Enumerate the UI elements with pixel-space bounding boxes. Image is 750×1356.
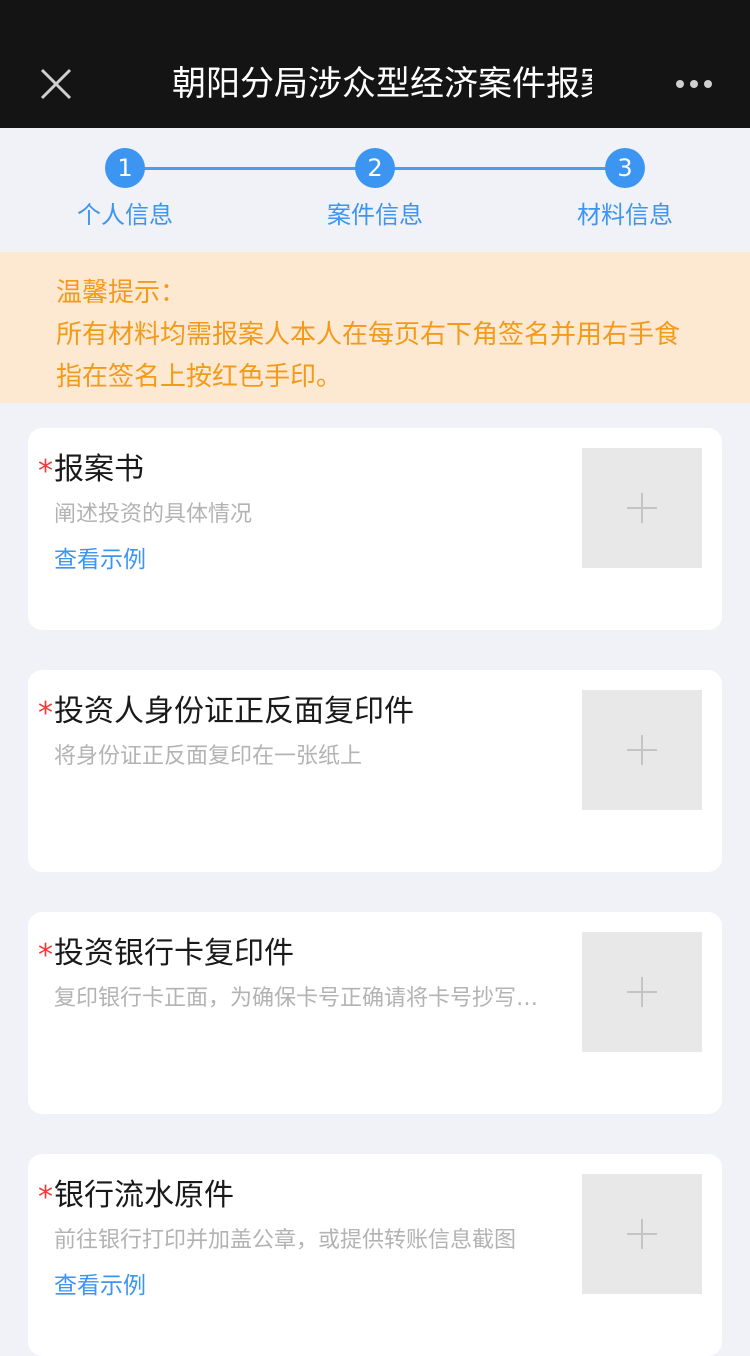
upload-button[interactable] bbox=[582, 932, 702, 1052]
card-title: 投资银行卡复印件 bbox=[54, 936, 294, 971]
close-icon[interactable] bbox=[36, 64, 76, 104]
app-header: 朝阳分局涉众型经济案件报案 bbox=[0, 0, 750, 128]
step-number: 3 bbox=[605, 148, 645, 188]
required-mark: * bbox=[38, 454, 53, 489]
plus-icon bbox=[627, 977, 657, 1007]
tip-heading: 温馨提示： bbox=[56, 278, 187, 308]
step-3: 3 材料信息 bbox=[545, 148, 705, 232]
card-description: 阐述投资的具体情况 bbox=[54, 502, 253, 527]
card-title: 报案书 bbox=[54, 452, 144, 487]
step-indicator: 1 个人信息 2 案件信息 3 材料信息 bbox=[0, 128, 750, 252]
more-dots-icon[interactable] bbox=[674, 78, 714, 90]
step-2: 2 案件信息 bbox=[295, 148, 455, 232]
card-description: 前往银行打印并加盖公章，或提供转账信息截图 bbox=[54, 1228, 517, 1253]
upload-button[interactable] bbox=[582, 690, 702, 810]
required-mark: * bbox=[38, 938, 53, 973]
plus-icon bbox=[627, 493, 657, 523]
card-title: 投资人身份证正反面复印件 bbox=[54, 694, 414, 729]
card-description: 将身份证正反面复印在一张纸上 bbox=[54, 744, 363, 769]
tip-body: 所有材料均需报案人本人在每页右下角签名并用右手食指在签名上按红色手印。 bbox=[56, 320, 681, 392]
plus-icon bbox=[627, 1219, 657, 1249]
page-title: 朝阳分局涉众型经济案件报案 bbox=[172, 64, 592, 104]
required-mark: * bbox=[38, 696, 53, 731]
upload-button[interactable] bbox=[582, 1174, 702, 1294]
upload-card-bank-card: * 投资银行卡复印件 复印银行卡正面，为确保卡号正确请将卡号抄写在复印件上 bbox=[28, 912, 722, 1114]
required-mark: * bbox=[38, 1180, 53, 1215]
view-example-link[interactable]: 查看示例 bbox=[54, 1268, 146, 1304]
step-label: 材料信息 bbox=[577, 201, 673, 229]
tip-notice: 温馨提示： 所有材料均需报案人本人在每页右下角签名并用右手食指在签名上按红色手印… bbox=[0, 252, 750, 403]
upload-button[interactable] bbox=[582, 448, 702, 568]
plus-icon bbox=[627, 735, 657, 765]
step-label: 案件信息 bbox=[327, 201, 423, 229]
step-1: 1 个人信息 bbox=[45, 148, 205, 232]
upload-card-report: * 报案书 阐述投资的具体情况 查看示例 bbox=[28, 428, 722, 630]
upload-card-id-copy: * 投资人身份证正反面复印件 将身份证正反面复印在一张纸上 bbox=[28, 670, 722, 872]
view-example-link[interactable]: 查看示例 bbox=[54, 542, 146, 578]
step-label: 个人信息 bbox=[77, 201, 173, 229]
step-number: 1 bbox=[105, 148, 145, 188]
card-description: 复印银行卡正面，为确保卡号正确请将卡号抄写在复印件上 bbox=[54, 986, 544, 1011]
card-title: 银行流水原件 bbox=[54, 1178, 234, 1213]
upload-card-bank-statement: * 银行流水原件 前往银行打印并加盖公章，或提供转账信息截图 查看示例 bbox=[28, 1154, 722, 1356]
step-number: 2 bbox=[355, 148, 395, 188]
